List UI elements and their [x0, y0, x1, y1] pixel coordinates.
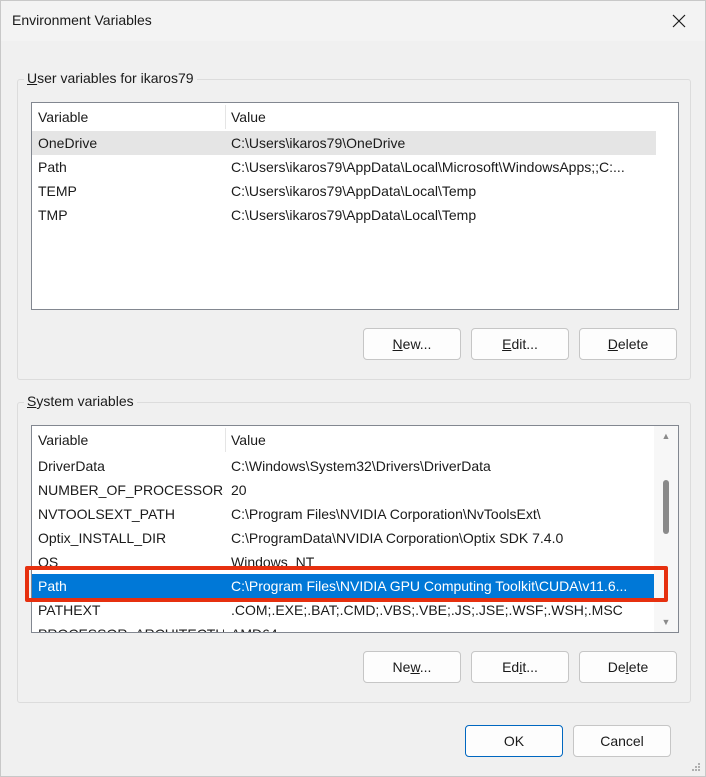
variable-name: Path: [38, 159, 67, 175]
list-header: Variable Value: [32, 426, 656, 454]
environment-variables-dialog: Environment Variables User variables for…: [0, 0, 706, 777]
system-new-button[interactable]: New...: [363, 651, 461, 683]
user-delete-button[interactable]: Delete: [579, 328, 677, 360]
system-variable-row-processor-architecture[interactable]: PROCESSOR_ARCHITECTU... AMD64: [32, 622, 656, 632]
user-variable-row-onedrive[interactable]: OneDrive C:\Users\ikaros79\OneDrive: [32, 131, 656, 155]
system-variable-row-optix-install-dir[interactable]: Optix_INSTALL_DIR C:\ProgramData\NVIDIA …: [32, 526, 656, 550]
column-header-value[interactable]: Value: [225, 103, 655, 131]
cancel-button[interactable]: Cancel: [573, 725, 671, 757]
system-variable-row-pathext[interactable]: PATHEXT .COM;.EXE;.BAT;.CMD;.VBS;.VBE;.J…: [32, 598, 656, 622]
ok-button[interactable]: OK: [465, 725, 563, 757]
variable-value: Windows_NT: [231, 554, 315, 570]
variable-name: TMP: [38, 207, 68, 223]
variable-name: PATHEXT: [38, 602, 101, 618]
system-variables-list[interactable]: Variable Value DriverData C:\Windows\Sys…: [31, 425, 679, 633]
variable-name: OS: [38, 554, 59, 570]
system-variable-row-os[interactable]: OS Windows_NT: [32, 550, 656, 574]
system-delete-button[interactable]: Delete: [579, 651, 677, 683]
variable-value: 20: [231, 482, 247, 498]
close-button[interactable]: [659, 5, 699, 37]
system-variable-row-driverdata[interactable]: DriverData C:\Windows\System32\Drivers\D…: [32, 454, 656, 478]
scrollbar-thumb[interactable]: [663, 480, 669, 534]
variable-value: C:\Users\ikaros79\AppData\Local\Temp: [231, 207, 477, 223]
system-variables-label: System variables: [24, 393, 137, 409]
variable-value: .COM;.EXE;.BAT;.CMD;.VBS;.VBE;.JS;.JSE;.…: [231, 602, 623, 618]
variable-name: OneDrive: [38, 135, 98, 151]
variable-value: C:\Windows\System32\Drivers\DriverData: [231, 458, 491, 474]
variable-name: NVTOOLSEXT_PATH: [38, 506, 175, 522]
column-header-variable[interactable]: Variable: [32, 426, 225, 454]
user-variable-row-temp[interactable]: TEMP C:\Users\ikaros79\AppData\Local\Tem…: [32, 179, 656, 203]
user-variable-row-path[interactable]: Path C:\Users\ikaros79\AppData\Local\Mic…: [32, 155, 656, 179]
system-edit-button[interactable]: Edit...: [471, 651, 569, 683]
window-title: Environment Variables: [12, 12, 152, 28]
list-header: Variable Value: [32, 103, 656, 131]
system-variable-row-path[interactable]: Path C:\Program Files\NVIDIA GPU Computi…: [32, 574, 656, 598]
user-variable-row-tmp[interactable]: TMP C:\Users\ikaros79\AppData\Local\Temp: [32, 203, 656, 227]
variable-value: C:\Program Files\NVIDIA Corporation\NvTo…: [231, 506, 541, 522]
resize-grip-icon[interactable]: [691, 762, 701, 772]
variable-value: AMD64: [231, 622, 653, 632]
system-variables-group: System variables Variable Value DriverDa…: [17, 393, 691, 703]
title-bar: Environment Variables: [1, 1, 705, 41]
variable-name: DriverData: [38, 458, 105, 474]
variable-value: C:\Users\ikaros79\AppData\Local\Temp: [231, 183, 477, 199]
user-new-button[interactable]: New...: [363, 328, 461, 360]
variable-value: C:\Program Files\NVIDIA GPU Computing To…: [231, 578, 628, 594]
variable-value: C:\ProgramData\NVIDIA Corporation\Optix …: [231, 530, 564, 546]
vertical-scrollbar[interactable]: ▲ ▼: [654, 426, 678, 632]
scroll-down-icon[interactable]: ▼: [654, 614, 678, 630]
system-variable-row-nvtoolsext-path[interactable]: NVTOOLSEXT_PATH C:\Program Files\NVIDIA …: [32, 502, 656, 526]
variable-name: NUMBER_OF_PROCESSORS: [38, 482, 224, 498]
user-variables-group: User variables for ikaros79 Variable Val…: [17, 70, 691, 380]
user-edit-button[interactable]: Edit...: [471, 328, 569, 360]
close-icon: [672, 14, 686, 28]
column-header-variable[interactable]: Variable: [32, 103, 225, 131]
system-variable-row-number-of-processors[interactable]: NUMBER_OF_PROCESSORS 20: [32, 478, 656, 502]
column-header-value[interactable]: Value: [225, 426, 655, 454]
user-variables-list[interactable]: Variable Value OneDrive C:\Users\ikaros7…: [31, 102, 679, 310]
variable-name: PROCESSOR_ARCHITECTU...: [38, 622, 224, 632]
variable-name: Path: [38, 578, 67, 594]
user-variables-label: User variables for ikaros79: [24, 70, 197, 86]
variable-name: TEMP: [38, 183, 77, 199]
scroll-up-icon[interactable]: ▲: [654, 428, 678, 444]
variable-name: Optix_INSTALL_DIR: [38, 530, 167, 546]
variable-value: C:\Users\ikaros79\OneDrive: [231, 135, 406, 151]
variable-value: C:\Users\ikaros79\AppData\Local\Microsof…: [231, 159, 625, 175]
